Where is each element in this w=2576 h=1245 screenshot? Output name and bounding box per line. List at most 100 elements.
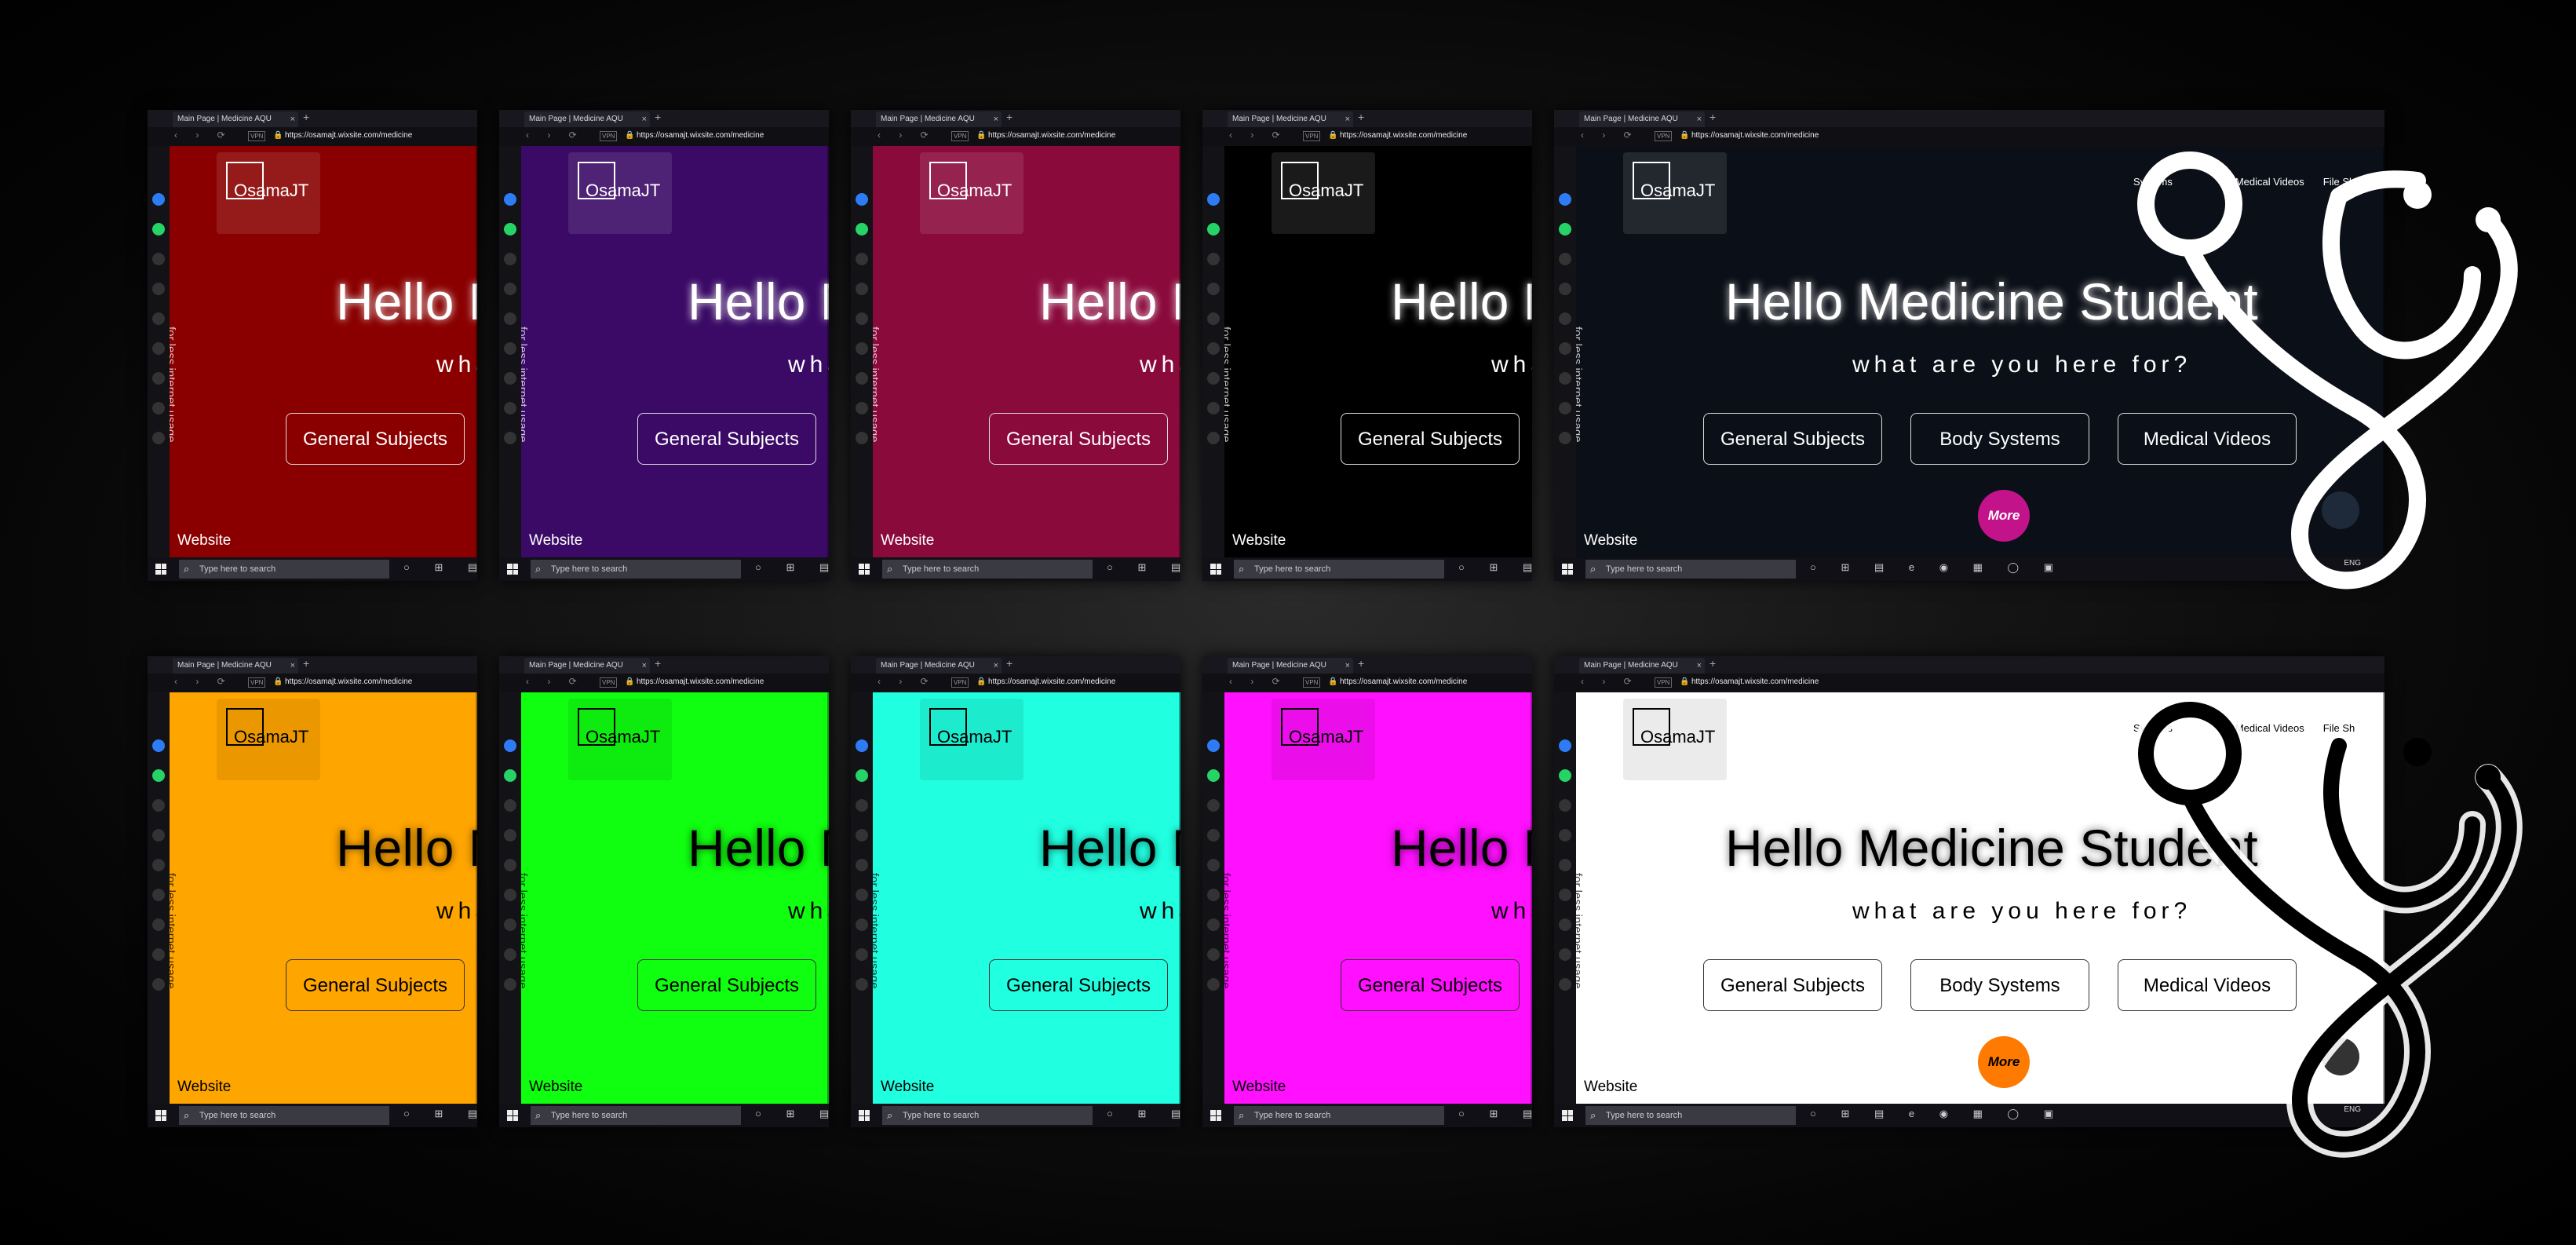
nav-button-0[interactable]: General Subjects <box>1703 959 1882 1011</box>
wix-website-label[interactable]: Website <box>1584 1079 1637 1096</box>
wix-website-label[interactable]: Website <box>177 1079 231 1096</box>
windows-start-icon[interactable] <box>155 564 166 575</box>
nav-arrows-icon[interactable]: ‹ › ⟳ <box>878 676 936 687</box>
whatsapp-icon[interactable] <box>1559 223 1571 235</box>
settings-icon[interactable] <box>504 432 516 444</box>
search-icon[interactable] <box>1559 253 1571 265</box>
heart-icon[interactable] <box>504 312 516 325</box>
send-icon[interactable] <box>1559 829 1571 842</box>
box-icon[interactable] <box>1559 948 1571 961</box>
close-icon[interactable]: × <box>994 658 998 674</box>
site-logo[interactable]: OsamaJT <box>1623 152 1727 234</box>
low-data-link[interactable]: for less internet usage <box>1224 873 1232 989</box>
download-icon[interactable] <box>152 918 165 931</box>
search-icon[interactable] <box>1207 253 1220 265</box>
messenger-icon[interactable] <box>856 193 868 206</box>
new-tab-icon[interactable]: + <box>1358 111 1364 123</box>
url-input[interactable]: https://osamajt.wixsite.com/medicine <box>285 677 412 686</box>
messenger-icon[interactable] <box>504 739 516 752</box>
wix-website-label[interactable]: Website <box>1584 532 1637 549</box>
clock-icon[interactable] <box>152 342 165 355</box>
browser-tab[interactable]: Main Page | Medicine AQU × <box>1579 658 1705 674</box>
search-icon[interactable] <box>1559 799 1571 812</box>
taskbar-search-input[interactable]: ⌕ Type here to search <box>179 560 389 579</box>
nav-button-0[interactable]: General Subjects <box>286 959 465 1011</box>
new-tab-icon[interactable]: + <box>303 657 309 670</box>
taskbar-search-input[interactable]: ⌕ Type here to search <box>1234 560 1444 579</box>
nav-button-0[interactable]: General Subjects <box>1341 959 1520 1011</box>
nav-button-1[interactable]: Body Systems <box>1910 959 2089 1011</box>
windows-start-icon[interactable] <box>1210 564 1221 575</box>
search-icon[interactable] <box>152 253 165 265</box>
heart-icon[interactable] <box>504 859 516 871</box>
windows-start-icon[interactable] <box>859 1110 870 1121</box>
settings-icon[interactable] <box>1207 432 1220 444</box>
url-input[interactable]: https://osamajt.wixsite.com/medicine <box>1691 677 1819 686</box>
url-input[interactable]: https://osamajt.wixsite.com/medicine <box>1691 131 1819 140</box>
taskbar-search-input[interactable]: ⌕ Type here to search <box>179 1106 389 1125</box>
nav-arrows-icon[interactable]: ‹ › ⟳ <box>878 130 936 141</box>
site-logo[interactable]: OsamaJT <box>1623 699 1727 780</box>
taskbar-apps-icon[interactable]: ○ ⊞ ▤ <box>403 1108 477 1120</box>
windows-start-icon[interactable] <box>1562 564 1573 575</box>
close-icon[interactable]: × <box>642 658 647 674</box>
send-icon[interactable] <box>1559 283 1571 295</box>
close-icon[interactable]: × <box>1345 111 1350 127</box>
download-icon[interactable] <box>504 918 516 931</box>
vpn-badge[interactable]: VPN <box>600 131 618 141</box>
nav-arrows-icon[interactable]: ‹ › ⟳ <box>1581 676 1640 687</box>
messenger-icon[interactable] <box>504 193 516 206</box>
box-icon[interactable] <box>1207 402 1220 414</box>
taskbar-search-input[interactable]: ⌕ Type here to search <box>882 560 1093 579</box>
taskbar-apps-icon[interactable]: ○ ⊞ ▤ e ◉ ▦ ◯ ▣ <box>1810 561 2064 574</box>
site-logo[interactable]: OsamaJT <box>217 152 320 234</box>
vpn-badge[interactable]: VPN <box>1655 131 1673 141</box>
whatsapp-icon[interactable] <box>856 769 868 782</box>
low-data-link[interactable]: for less internet usage <box>170 873 177 989</box>
taskbar-apps-icon[interactable]: ○ ⊞ ▤ <box>1458 1108 1532 1120</box>
taskbar-search-input[interactable]: ⌕ Type here to search <box>1585 560 1796 579</box>
download-icon[interactable] <box>856 918 868 931</box>
clock-icon[interactable] <box>856 342 868 355</box>
nav-button-0[interactable]: General Subjects <box>637 413 816 465</box>
messenger-icon[interactable] <box>1559 193 1571 206</box>
wix-website-label[interactable]: Website <box>529 1079 582 1096</box>
windows-start-icon[interactable] <box>859 564 870 575</box>
low-data-link[interactable]: for less internet usage <box>1224 327 1232 443</box>
search-icon[interactable] <box>504 253 516 265</box>
new-tab-icon[interactable]: + <box>1709 111 1716 123</box>
browser-tab[interactable]: Main Page | Medicine AQU × <box>876 111 1002 127</box>
heart-icon[interactable] <box>152 859 165 871</box>
settings-icon[interactable] <box>1559 978 1571 991</box>
site-logo[interactable]: OsamaJT <box>217 699 320 780</box>
taskbar-apps-icon[interactable]: ○ ⊞ ▤ e ◉ ▦ ◯ ▣ <box>1810 1108 2064 1120</box>
send-icon[interactable] <box>856 283 868 295</box>
download-icon[interactable] <box>1559 918 1571 931</box>
new-tab-icon[interactable]: + <box>1358 657 1364 670</box>
wix-website-label[interactable]: Website <box>177 532 231 549</box>
close-icon[interactable]: × <box>290 658 295 674</box>
send-icon[interactable] <box>504 829 516 842</box>
send-icon[interactable] <box>856 829 868 842</box>
close-icon[interactable]: × <box>290 111 295 127</box>
box-icon[interactable] <box>152 402 165 414</box>
box-icon[interactable] <box>152 948 165 961</box>
nav-button-0[interactable]: General Subjects <box>989 959 1168 1011</box>
nav-button-0[interactable]: General Subjects <box>637 959 816 1011</box>
settings-icon[interactable] <box>1559 432 1571 444</box>
clock-icon[interactable] <box>1559 889 1571 901</box>
low-data-link[interactable]: for less internet usage <box>521 327 529 443</box>
new-tab-icon[interactable]: + <box>655 111 661 123</box>
more-button[interactable]: More <box>1978 1036 2030 1088</box>
wix-website-label[interactable]: Website <box>1232 1079 1286 1096</box>
nav-arrows-icon[interactable]: ‹ › ⟳ <box>526 130 585 141</box>
messenger-icon[interactable] <box>1559 739 1571 752</box>
browser-tab[interactable]: Main Page | Medicine AQU × <box>524 111 650 127</box>
taskbar-apps-icon[interactable]: ○ ⊞ ▤ <box>755 1108 829 1120</box>
close-icon[interactable]: × <box>642 111 647 127</box>
browser-tab[interactable]: Main Page | Medicine AQU × <box>1228 658 1353 674</box>
url-input[interactable]: https://osamajt.wixsite.com/medicine <box>285 131 412 140</box>
windows-start-icon[interactable] <box>1210 1110 1221 1121</box>
taskbar-search-input[interactable]: ⌕ Type here to search <box>531 560 741 579</box>
new-tab-icon[interactable]: + <box>303 111 309 123</box>
